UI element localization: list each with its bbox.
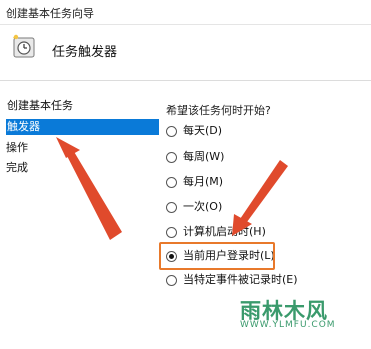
option-on-event-label: 当特定事件被记录时(E) xyxy=(183,273,298,286)
option-weekly-label: 每周(W) xyxy=(183,150,225,163)
option-monthly-label: 每月(M) xyxy=(183,175,224,188)
option-at-startup[interactable]: 计算机启动时(H) xyxy=(166,224,266,240)
radio-at-startup[interactable] xyxy=(166,226,177,238)
option-weekly[interactable]: 每周(W) xyxy=(166,149,224,165)
option-on-event[interactable]: 当特定事件被记录时(E) xyxy=(166,272,298,288)
trigger-question: 希望该任务何时开始? xyxy=(166,104,271,117)
option-daily-label: 每天(D) xyxy=(183,124,223,137)
step-create-basic-task[interactable]: 创建基本任务 xyxy=(7,98,73,114)
radio-weekly[interactable] xyxy=(166,151,177,163)
option-monthly[interactable]: 每月(M) xyxy=(166,174,223,190)
clock-wizard-icon xyxy=(13,34,35,58)
step-action[interactable]: 操作 xyxy=(6,140,28,156)
step-trigger[interactable]: 触发器 xyxy=(6,119,159,135)
watermark-url: WWW.YLMFU.COM xyxy=(240,320,336,330)
radio-monthly[interactable] xyxy=(166,176,177,188)
wizard-header: 任务触发器 xyxy=(0,25,371,81)
window-title: 创建基本任务向导 xyxy=(6,7,94,20)
option-at-startup-label: 计算机启动时(H) xyxy=(183,225,266,238)
wizard-steps-pane: 创建基本任务 触发器 操作 完成 xyxy=(6,96,159,346)
radio-daily[interactable] xyxy=(166,125,177,137)
option-daily[interactable]: 每天(D) xyxy=(166,123,222,139)
page-title: 任务触发器 xyxy=(52,45,118,60)
step-finish[interactable]: 完成 xyxy=(6,160,28,176)
window-titlebar: 创建基本任务向导 xyxy=(0,0,371,25)
option-once-label: 一次(O) xyxy=(183,200,223,213)
radio-once[interactable] xyxy=(166,201,177,213)
option-once[interactable]: 一次(O) xyxy=(166,199,222,215)
annotation-highlight-box xyxy=(159,242,275,270)
radio-on-event[interactable] xyxy=(166,274,177,286)
